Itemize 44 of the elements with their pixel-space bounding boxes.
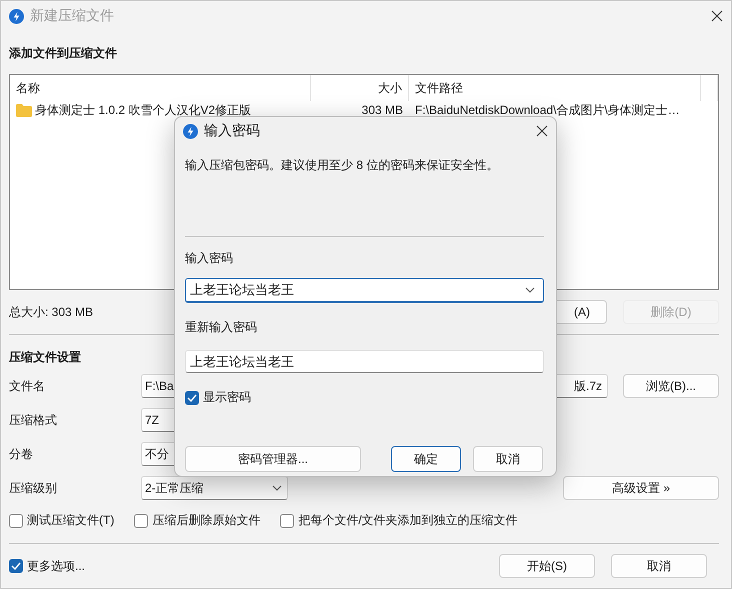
checkbox[interactable] [185, 390, 199, 404]
column-header[interactable]: 大小 [311, 75, 409, 101]
close-icon[interactable] [536, 125, 548, 137]
app-logo-icon [183, 124, 198, 138]
file-size-cell-text: 303 MB [360, 103, 404, 117]
password-field[interactable]: 上老王论坛当老王 [185, 278, 544, 303]
field-label: 重新输入密码 [185, 319, 257, 336]
caret-icon [525, 287, 535, 293]
column-header[interactable]: 名称 [10, 75, 311, 101]
password-manager-button[interactable]: 密码管理器... [185, 446, 361, 472]
checkbox-label: 把每个文件/文件夹添加到独立的压缩文件 [298, 512, 518, 529]
ok-button[interactable]: 确定 [391, 446, 461, 472]
setting-label: 压缩级别 [9, 480, 58, 496]
browse-button[interactable]: 浏览(B)... [623, 374, 719, 398]
setting-label: 压缩格式 [9, 412, 58, 428]
total-size-text: 总大小: 303 MB [9, 304, 94, 320]
setting-label: 分卷 [9, 446, 34, 462]
section-heading: 添加文件到压缩文件 [9, 45, 117, 62]
dialog-message: 输入压缩包密码。建议使用至少 8 位的密码来保证安全性。 [185, 157, 500, 174]
field-label: 输入密码 [185, 250, 233, 267]
close-icon[interactable] [711, 10, 723, 22]
checkbox-label: 测试压缩文件(T) [27, 512, 114, 529]
select-field[interactable]: 2-正常压缩 [141, 476, 288, 500]
cancel-button[interactable]: 取消 [473, 446, 543, 472]
file-name-text: 身体测定士 1.0.2 吹雪个人汉化V2修正版 [35, 102, 252, 118]
checkbox-label: 压缩后删除原始文件 [152, 512, 260, 529]
start-button[interactable]: 开始(S) [499, 554, 595, 578]
section-heading: 压缩文件设置 [9, 349, 81, 366]
checkbox[interactable] [280, 514, 294, 528]
advanced-settings-button[interactable]: 高级设置 » [563, 476, 719, 500]
cancel-button[interactable]: 取消 [611, 554, 707, 578]
checkbox[interactable] [134, 514, 148, 528]
checkbox[interactable] [9, 559, 23, 573]
checkbox[interactable] [9, 514, 23, 528]
setting-label: 文件名 [9, 378, 46, 394]
checkbox-label: 显示密码 [203, 389, 251, 406]
confirm-password-field[interactable]: 上老王论坛当老王 [185, 350, 544, 373]
window-title: 新建压缩文件 [30, 7, 115, 25]
checkbox-label: 更多选项... [27, 558, 86, 574]
folder-icon [16, 104, 32, 116]
file-path-cell-text: F:\BaiduNetdiskDownload\合成图片\身体测定士… [414, 102, 681, 118]
app-logo-icon [9, 8, 24, 24]
dialog-title: 输入密码 [204, 122, 261, 140]
column-header[interactable]: 文件路径 [409, 75, 701, 101]
